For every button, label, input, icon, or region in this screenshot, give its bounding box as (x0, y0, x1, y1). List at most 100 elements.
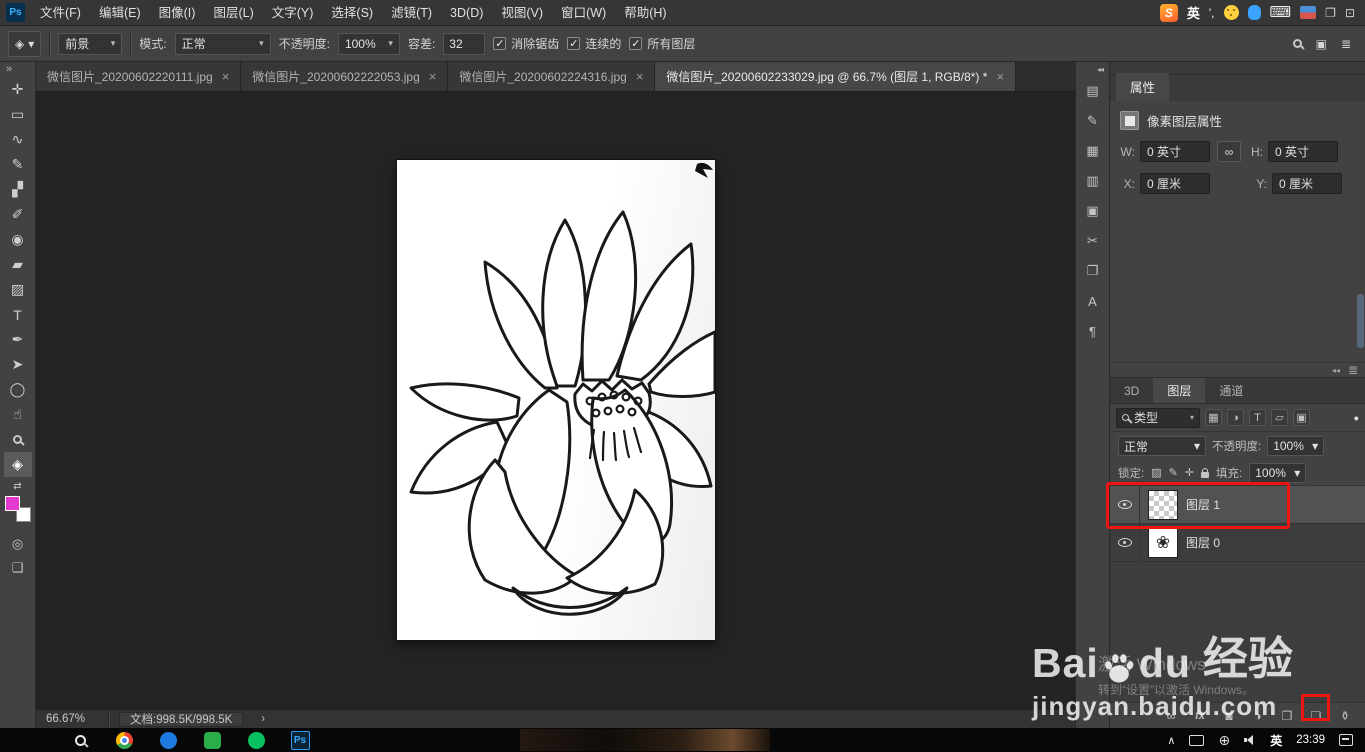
ellipse-tool[interactable]: ◯ (4, 377, 32, 402)
menu-filter[interactable]: 滤镜(T) (382, 0, 441, 26)
panel-menu-icon[interactable]: ≣ (1341, 37, 1351, 51)
paragraph-panel-icon[interactable]: ¶ (1080, 319, 1106, 343)
pen-tool[interactable]: ✒ (4, 327, 32, 352)
status-chevron-icon[interactable]: › (261, 713, 265, 725)
layer-thumbnail[interactable]: ❀ (1149, 528, 1177, 557)
close-icon[interactable]: × (636, 69, 644, 84)
libraries-panel-icon[interactable]: ▣ (1080, 199, 1106, 223)
filter-adjustment-layers-icon[interactable]: ◑ (1227, 409, 1244, 426)
contiguous-checkbox[interactable] (567, 37, 581, 50)
y-field[interactable]: 0 厘米 (1272, 173, 1342, 194)
brush-settings-panel-icon[interactable]: ✎ (1080, 109, 1106, 133)
lock-pixels-icon[interactable]: ✎ (1169, 466, 1178, 479)
width-field[interactable]: 0 英寸 (1140, 141, 1210, 162)
panel-menu-icon[interactable]: ≣ (1348, 363, 1358, 377)
close-icon[interactable]: × (222, 69, 230, 84)
layer-blend-mode-dropdown[interactable]: 正常 ▾ (1118, 436, 1206, 456)
all-layers-checkbox[interactable] (629, 37, 643, 50)
zoom-tool[interactable] (4, 427, 32, 452)
type-tool[interactable]: T (4, 302, 32, 327)
link-dimensions-icon[interactable]: ∞ (1217, 141, 1241, 162)
zoom-level[interactable]: 66.67% (46, 713, 98, 725)
collapse-panels-icon[interactable]: ◂◂ (1091, 62, 1109, 76)
foreground-color-swatch[interactable] (4, 496, 20, 511)
photoshop-logo-icon[interactable]: Ps (6, 3, 25, 22)
adjustment-layer-icon[interactable]: ◑ (1250, 709, 1266, 723)
swap-colors-icon[interactable]: ⇄ (13, 481, 21, 492)
lock-position-icon[interactable]: ✛ (1185, 466, 1194, 479)
clone-stamp-tool[interactable]: ◉ (4, 227, 32, 252)
contiguous-option[interactable]: 连续的 (567, 35, 621, 52)
new-group-icon[interactable]: ❐ (1279, 709, 1295, 723)
window-preview-thumbnail[interactable] (520, 729, 770, 751)
link-layers-icon[interactable]: ∞ (1163, 709, 1179, 723)
emoji-picker-icon[interactable] (1223, 5, 1239, 20)
tool-preset-dropdown[interactable]: ◈ ▾ (8, 30, 42, 57)
layer-row-0[interactable]: ❀ 图层 0 (1110, 524, 1365, 562)
screen-mode-button[interactable]: ❏ (12, 556, 24, 580)
menu-select[interactable]: 选择(S) (322, 0, 382, 26)
float-window-icon[interactable]: ❐ (1325, 6, 1336, 20)
layer-opacity-dropdown[interactable]: 100% ▾ (1267, 436, 1325, 456)
photoshop-taskbar-icon[interactable]: Ps (290, 730, 310, 750)
filter-toggle-icon[interactable]: ● (1354, 413, 1359, 423)
menu-edit[interactable]: 编辑(E) (90, 0, 150, 26)
lasso-tool[interactable]: ∿ (4, 127, 32, 152)
tray-expand-icon[interactable]: ∧ (1167, 734, 1175, 747)
hand-tool[interactable]: ☝ (4, 402, 32, 427)
menu-layer[interactable]: 图层(L) (204, 0, 262, 26)
swatches-panel-icon[interactable]: ▥ (1080, 169, 1106, 193)
layer-name[interactable]: 图层 1 (1186, 496, 1220, 513)
keyboard-icon[interactable]: ⌨ (1270, 5, 1292, 20)
new-layer-button[interactable]: ❏ (1308, 709, 1324, 723)
quick-mask-button[interactable]: ◎ (12, 532, 23, 556)
paint-bucket-tool[interactable]: ◈ (3, 452, 32, 477)
document-tab-4-active[interactable]: 微信图片_20200602233029.jpg @ 66.7% (图层 1, R… (655, 62, 1017, 91)
filter-pixel-layers-icon[interactable]: ▦ (1205, 409, 1222, 426)
menu-view[interactable]: 视图(V) (492, 0, 552, 26)
volume-icon[interactable] (1244, 735, 1256, 745)
tab-3d[interactable]: 3D (1110, 378, 1153, 403)
history-panel-icon[interactable]: ❐ (1080, 259, 1106, 283)
anti-alias-checkbox[interactable] (493, 37, 507, 50)
character-panel-icon[interactable]: A (1080, 289, 1106, 313)
filter-type-dropdown[interactable]: 类型 ▾ (1116, 407, 1200, 428)
network-icon[interactable] (1189, 734, 1205, 746)
delete-layer-icon[interactable]: ⚱ (1337, 709, 1353, 723)
voice-input-icon[interactable] (1247, 5, 1261, 20)
layer-style-icon[interactable]: fx (1192, 710, 1208, 722)
visibility-toggle[interactable] (1110, 524, 1140, 561)
document-canvas[interactable] (396, 160, 715, 640)
clock[interactable]: 23:39 (1296, 734, 1325, 746)
blend-mode-dropdown[interactable]: 正常 ▾ (174, 32, 271, 55)
menu-3d[interactable]: 3D(D) (441, 0, 492, 26)
document-tab-3[interactable]: 微信图片_20200602224316.jpg × (448, 62, 656, 91)
filter-smart-objects-icon[interactable]: ▣ (1293, 409, 1310, 426)
marquee-tool[interactable]: ▭ (4, 102, 32, 127)
adjustments-panel-icon[interactable]: ▤ (1080, 79, 1106, 103)
canvas-area[interactable] (36, 92, 1075, 709)
ime-language-toggle[interactable]: 英 (1187, 3, 1200, 22)
menu-file[interactable]: 文件(F) (31, 0, 90, 26)
taskbar-search-icon[interactable] (70, 730, 90, 750)
path-selection-tool[interactable]: ➤ (4, 352, 32, 377)
wechat-icon[interactable] (246, 730, 266, 750)
document-tab-1[interactable]: 微信图片_20200602220111.jpg × (36, 62, 242, 91)
menu-help[interactable]: 帮助(H) (615, 0, 675, 26)
tab-layers[interactable]: 图层 (1153, 378, 1206, 403)
input-language-indicator[interactable]: 英 (1270, 732, 1282, 749)
close-icon[interactable]: × (429, 69, 437, 84)
gradient-tool[interactable]: ▨ (4, 277, 32, 302)
ime-toolbox-icon[interactable] (1300, 6, 1317, 19)
x-field[interactable]: 0 厘米 (1140, 173, 1210, 194)
brush-tool[interactable]: ✐ (4, 202, 32, 227)
layer-name[interactable]: 图层 0 (1186, 534, 1220, 551)
move-tool[interactable]: ✛ (4, 77, 32, 102)
chrome-icon[interactable] (114, 730, 134, 750)
blue-app-icon[interactable] (158, 730, 178, 750)
opacity-dropdown[interactable]: 100% ▾ (337, 32, 400, 55)
menu-window[interactable]: 窗口(W) (552, 0, 615, 26)
visibility-toggle[interactable] (1110, 486, 1140, 523)
lock-transparency-icon[interactable]: ▨ (1151, 466, 1161, 479)
height-field[interactable]: 0 英寸 (1268, 141, 1338, 162)
